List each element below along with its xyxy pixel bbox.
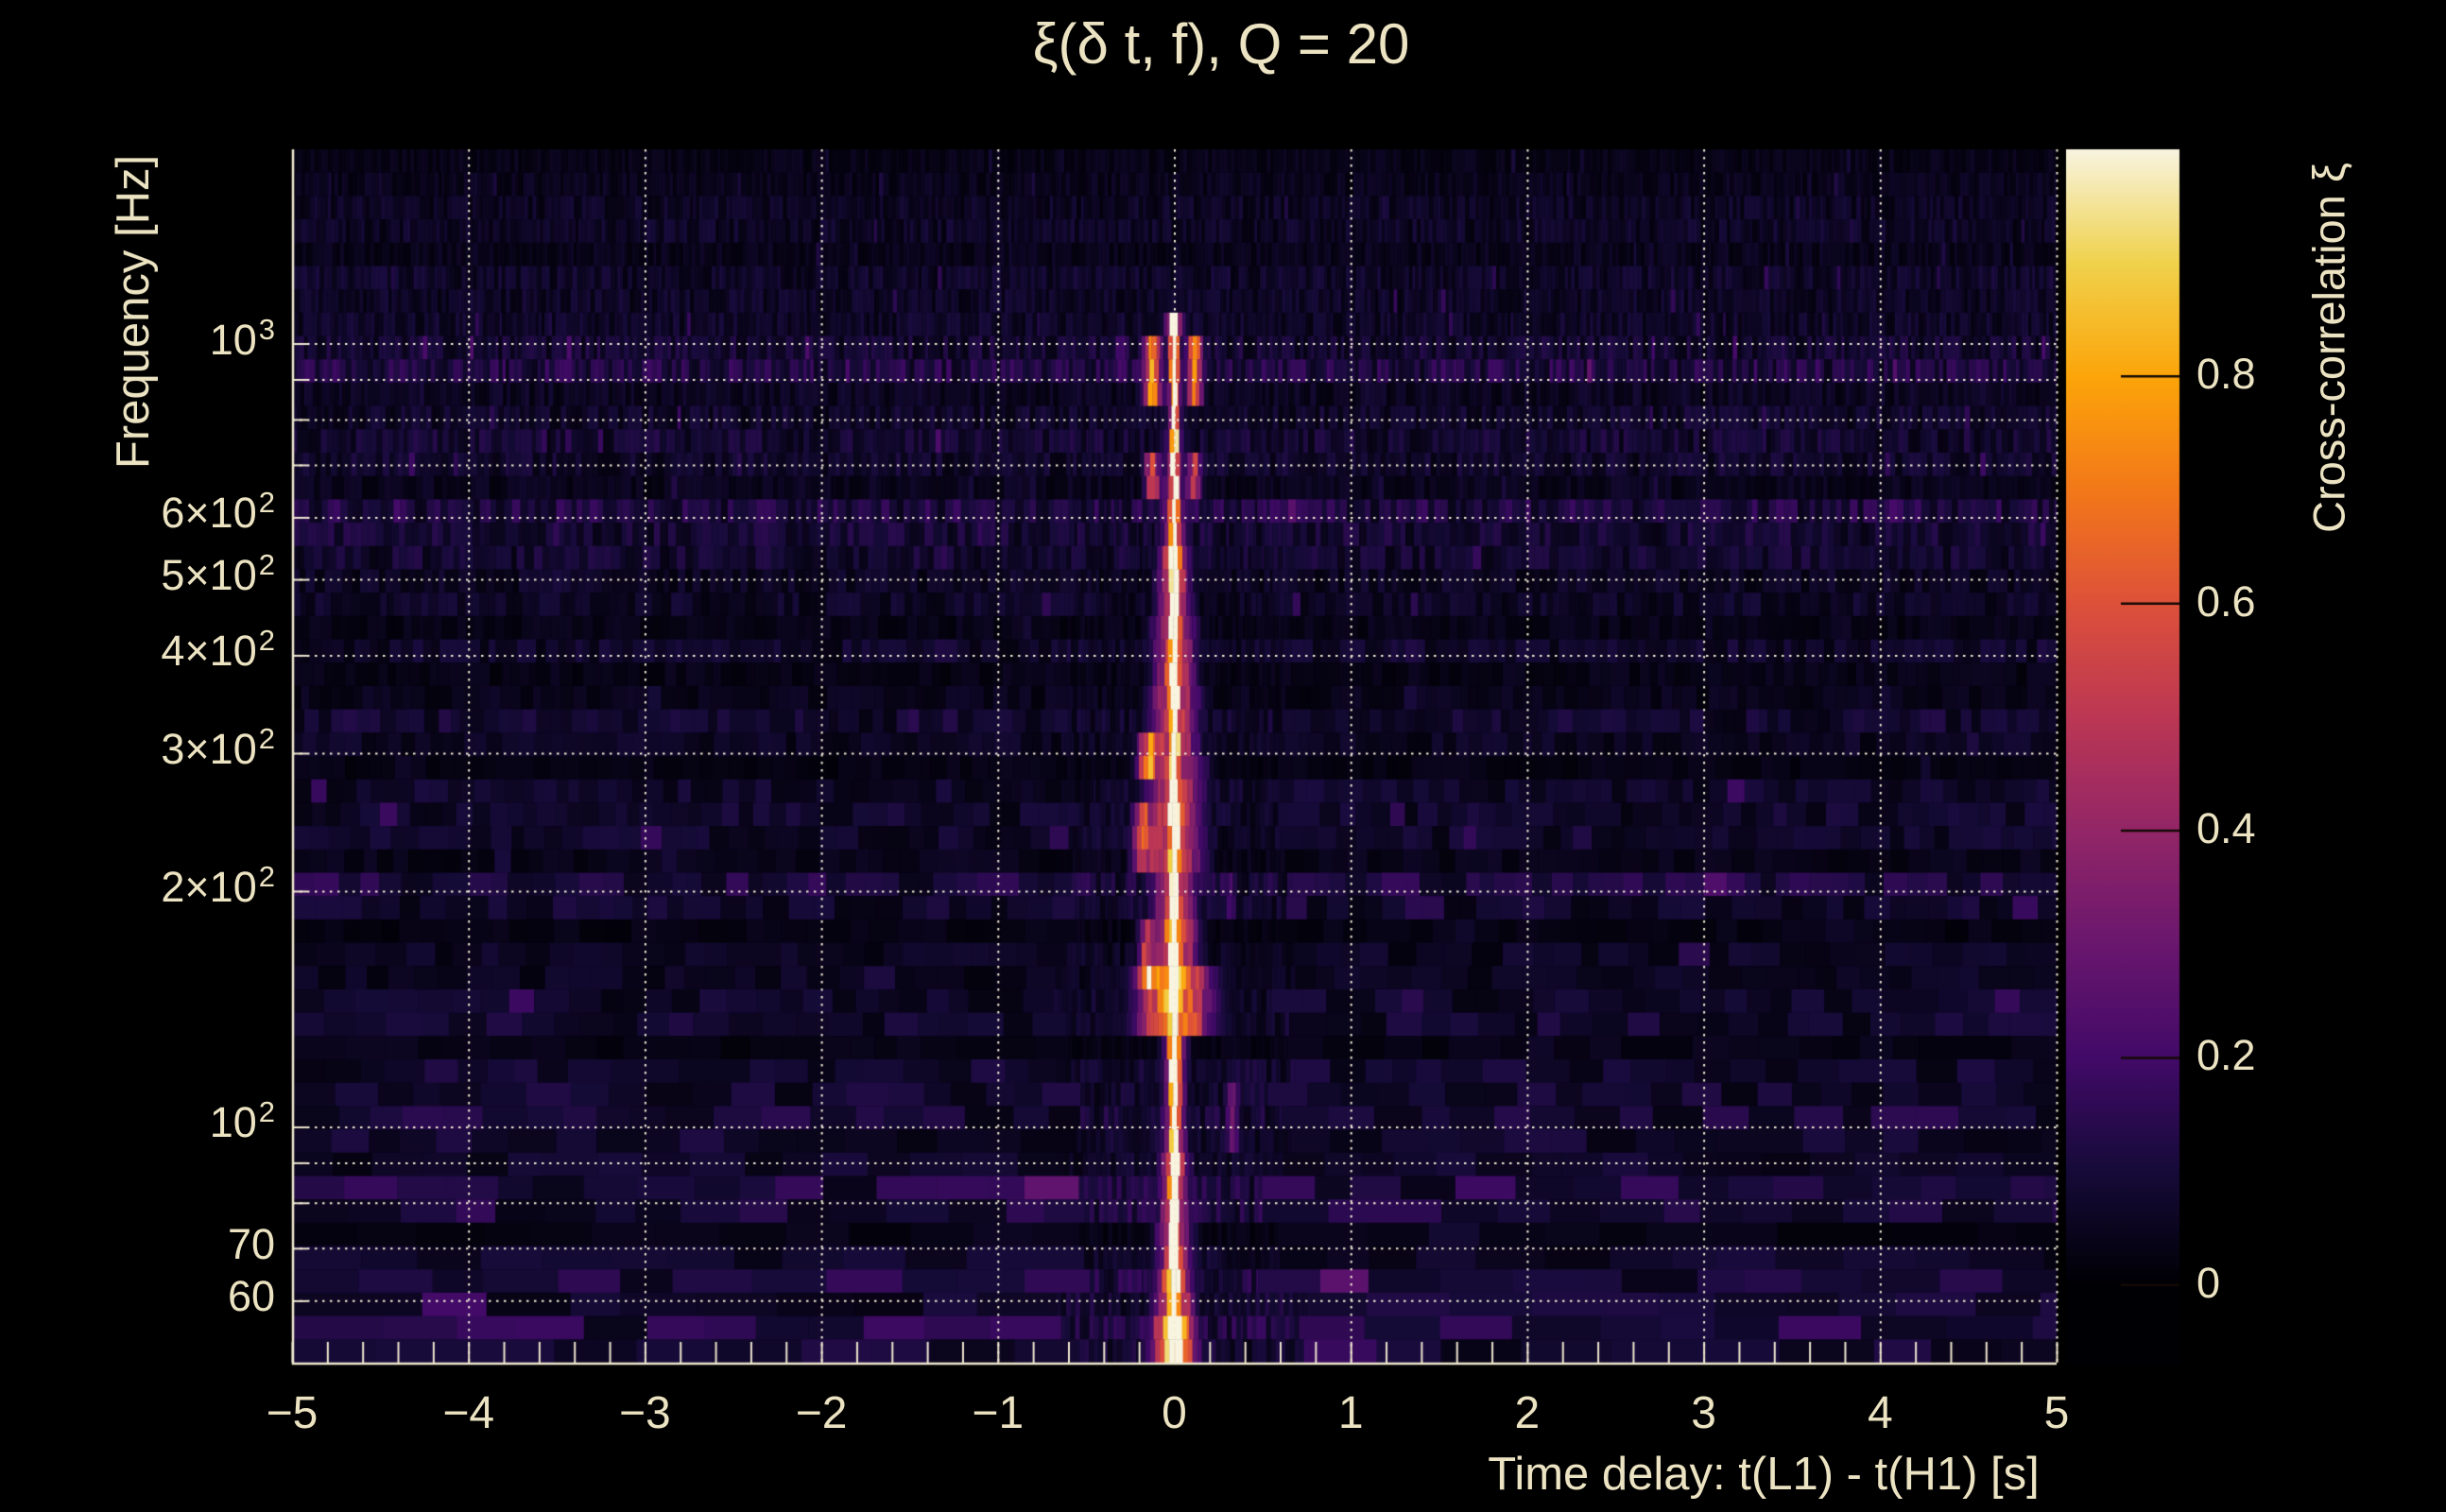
- x-tick-label: −5: [266, 1388, 319, 1438]
- heatmap-canvas: [0, 0, 2446, 1512]
- y-tick-label: 103: [209, 312, 275, 364]
- x-tick-label: −1: [972, 1388, 1025, 1438]
- x-tick-label: −2: [795, 1388, 848, 1438]
- x-tick-label: 4: [1867, 1388, 1893, 1438]
- x-tick-label: 1: [1337, 1388, 1364, 1438]
- x-tick-label: 2: [1514, 1388, 1541, 1438]
- y-tick-label: 102: [209, 1095, 275, 1147]
- y-tick-label: 3×102: [161, 721, 275, 773]
- x-tick-label: −3: [619, 1388, 671, 1438]
- chart-title: ξ(δ t, f), Q = 20: [1032, 12, 1410, 76]
- x-axis-label: Time delay: t(L1) - t(H1) [s]: [1488, 1449, 2040, 1500]
- colorbar-tick-label: 0.8: [2196, 350, 2256, 399]
- colorbar-tick-label: 0.2: [2196, 1031, 2256, 1080]
- colorbar-tick-label: 0.4: [2196, 804, 2256, 853]
- y-tick-label: 2×102: [161, 859, 275, 911]
- colorbar-tick-label: 0.6: [2196, 576, 2256, 626]
- x-tick-label: 5: [2043, 1388, 2070, 1438]
- y-tick-label: 60: [227, 1272, 275, 1321]
- y-tick-label: 6×102: [161, 486, 275, 538]
- x-tick-label: −4: [442, 1388, 495, 1438]
- y-tick-label: 4×102: [161, 624, 275, 676]
- x-tick-label: 3: [1691, 1388, 1716, 1438]
- colorbar-tick-label: 0: [2196, 1258, 2221, 1307]
- y-tick-label: 70: [227, 1219, 275, 1268]
- x-tick-label: 0: [1162, 1388, 1187, 1438]
- figure: ξ(δ t, f), Q = 20 Frequency [Hz] Time de…: [0, 0, 2446, 1512]
- y-axis-label: Frequency [Hz]: [108, 154, 159, 470]
- y-tick-label: 5×102: [161, 548, 275, 600]
- colorbar-label: Cross-correlation ξ: [2303, 163, 2354, 533]
